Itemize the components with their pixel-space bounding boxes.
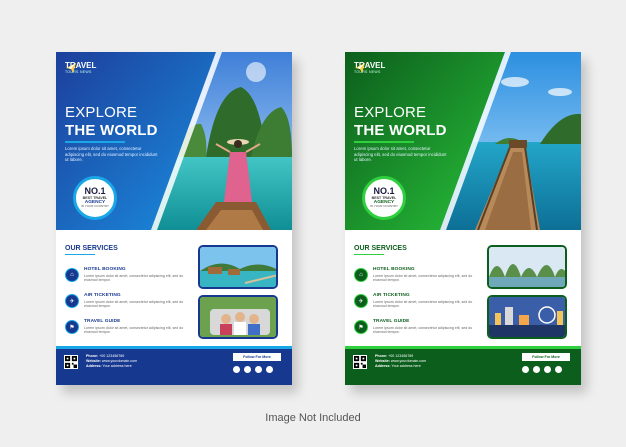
services-title: OUR SERVICES <box>65 245 118 252</box>
service-title: TRAVEL GUIDE <box>373 319 410 324</box>
facebook-icon[interactable] <box>522 366 529 373</box>
badge-line3: IN YOUR COUNTRY <box>369 204 399 209</box>
guide-icon: ⚑ <box>354 320 368 334</box>
flyer-footer: Phone: +00 123456789 Website: www.yourdo… <box>56 346 292 385</box>
plane-logo-icon <box>66 63 76 73</box>
service-desc: Lorem ipsum dolor sit amet, consectetur … <box>373 325 473 334</box>
flyer-green: TRAVEL TOURS NEWS EXPLORE THE WORLD Lore… <box>345 52 581 385</box>
plane-logo-icon <box>355 63 365 73</box>
hotel-icon: ⌂ <box>354 268 368 282</box>
web-label: Website: <box>375 359 390 363</box>
services-underline <box>354 254 384 255</box>
youtube-icon[interactable] <box>266 366 273 373</box>
hotel-icon: ⌂ <box>65 268 79 282</box>
brand-logo: TRAVEL TOURS NEWS <box>65 62 96 75</box>
footer-stripe <box>56 346 292 349</box>
twitter-icon[interactable] <box>244 366 251 373</box>
phone-value: +00 123456789 <box>99 354 125 358</box>
headline-line2: THE WORLD <box>354 122 447 139</box>
service-item: ✈ AIR TICKETING Lorem ipsum dolor sit am… <box>65 292 185 314</box>
service-item: ✈ AIR TICKETING Lorem ipsum dolor sit am… <box>354 292 474 314</box>
intro-text: Lorem ipsum dolor sit amet, consectetur … <box>354 146 447 162</box>
service-item: ⌂ HOTEL BOOKING Lorem ipsum dolor sit am… <box>65 266 185 288</box>
headline-underline <box>65 141 125 143</box>
service-photo-karst <box>487 245 567 289</box>
headline-line1: EXPLORE <box>65 104 138 121</box>
phone-label: Phone: <box>375 354 388 358</box>
contact-info: Phone: +00 123456789 Website: www.yourdo… <box>86 354 137 369</box>
badge-rank: NO.1 <box>84 186 106 197</box>
service-photo-bungalows <box>198 245 278 289</box>
service-title: AIR TICKETING <box>373 293 410 298</box>
badge-rank: NO.1 <box>373 186 395 197</box>
service-desc: Lorem ipsum dolor sit amet, consectetur … <box>84 273 184 282</box>
phone-value: +00 123456789 <box>388 354 414 358</box>
social-icons <box>522 366 562 373</box>
guide-icon: ⚑ <box>65 320 79 334</box>
follow-button[interactable]: Follow For More <box>522 353 570 361</box>
image-not-included-caption: Image Not Included <box>265 412 361 424</box>
hero-section: TRAVEL TOURS NEWS EXPLORE THE WORLD Lore… <box>56 52 292 230</box>
service-title: TRAVEL GUIDE <box>84 319 121 324</box>
service-desc: Lorem ipsum dolor sit amet, consectetur … <box>373 299 473 308</box>
badge-line3: IN YOUR COUNTRY <box>80 204 110 209</box>
rank-badge: NO.1 BEST TRAVEL AGENCY IN YOUR COUNTRY <box>362 176 406 220</box>
plane-icon: ✈ <box>65 294 79 308</box>
service-desc: Lorem ipsum dolor sit amet, consectetur … <box>84 325 184 334</box>
headline-line1: EXPLORE <box>354 104 427 121</box>
brand-logo: TRAVEL TOURS NEWS <box>354 62 385 75</box>
service-title: HOTEL BOOKING <box>84 267 126 272</box>
service-desc: Lorem ipsum dolor sit amet, consectetur … <box>373 273 473 282</box>
intro-text: Lorem ipsum dolor sit amet, consectetur … <box>65 146 158 162</box>
service-item: ⚑ TRAVEL GUIDE Lorem ipsum dolor sit ame… <box>354 318 474 340</box>
service-desc: Lorem ipsum dolor sit amet, consectetur … <box>84 299 184 308</box>
flyer-blue: TRAVEL TOURS NEWS EXPLORE THE WORLD Lore… <box>56 52 292 385</box>
plane-icon: ✈ <box>354 294 368 308</box>
service-photo-city <box>487 295 567 339</box>
hero-section: TRAVEL TOURS NEWS EXPLORE THE WORLD Lore… <box>345 52 581 230</box>
service-item: ⌂ HOTEL BOOKING Lorem ipsum dolor sit am… <box>354 266 474 288</box>
services-underline <box>65 254 95 255</box>
headline-underline <box>354 141 414 143</box>
web-label: Website: <box>86 359 101 363</box>
contact-info: Phone: +00 123456789 Website: www.yourdo… <box>375 354 426 369</box>
address-value: Your address here <box>102 364 132 368</box>
web-value: www.yourdomain.com <box>390 359 427 363</box>
instagram-icon[interactable] <box>544 366 551 373</box>
flyer-footer: Phone: +00 123456789 Website: www.yourdo… <box>345 346 581 385</box>
qr-code-icon <box>64 355 78 369</box>
service-title: HOTEL BOOKING <box>373 267 415 272</box>
social-icons <box>233 366 273 373</box>
service-photo-family <box>198 295 278 339</box>
web-value: www.yourdomain.com <box>101 359 138 363</box>
instagram-icon[interactable] <box>255 366 262 373</box>
footer-stripe <box>345 346 581 349</box>
phone-label: Phone: <box>86 354 99 358</box>
service-title: AIR TICKETING <box>84 293 121 298</box>
rank-badge: NO.1 BEST TRAVEL AGENCY IN YOUR COUNTRY <box>73 176 117 220</box>
facebook-icon[interactable] <box>233 366 240 373</box>
address-label: Address: <box>375 364 391 368</box>
address-value: Your address here <box>391 364 421 368</box>
twitter-icon[interactable] <box>533 366 540 373</box>
services-title: OUR SERVICES <box>354 245 407 252</box>
service-item: ⚑ TRAVEL GUIDE Lorem ipsum dolor sit ame… <box>65 318 185 340</box>
qr-code-icon <box>353 355 367 369</box>
address-label: Address: <box>86 364 102 368</box>
youtube-icon[interactable] <box>555 366 562 373</box>
follow-button[interactable]: Follow For More <box>233 353 281 361</box>
headline-line2: THE WORLD <box>65 122 158 139</box>
